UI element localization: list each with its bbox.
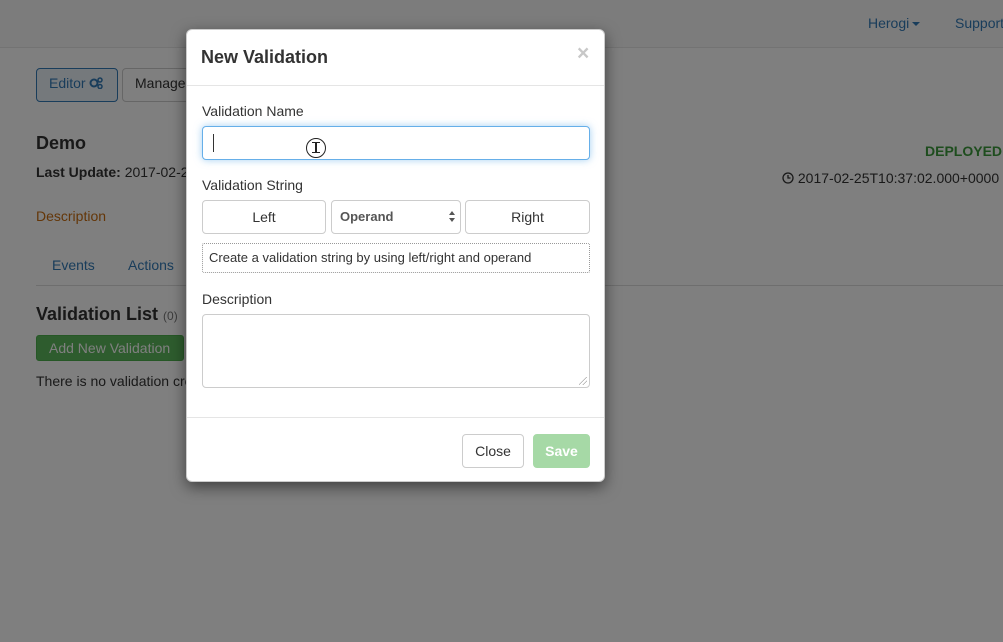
left-button[interactable]: Left — [202, 200, 326, 234]
validation-string-field[interactable]: Create a validation string by using left… — [202, 243, 590, 273]
select-arrows-icon — [449, 211, 455, 223]
save-button[interactable]: Save — [533, 434, 590, 468]
description-label: Description — [202, 291, 273, 307]
operand-select[interactable]: Operand — [331, 200, 461, 234]
validation-string-label: Validation String — [202, 177, 303, 193]
modal-body: Validation Name Validation String Left O… — [187, 86, 604, 417]
close-button[interactable]: Close — [462, 434, 524, 468]
validation-name-label: Validation Name — [202, 103, 304, 119]
new-validation-dialog: New Validation × Validation Name Validat… — [186, 29, 605, 482]
operand-select-value: Operand — [340, 209, 394, 224]
text-cursor-icon — [306, 138, 326, 158]
modal-title: New Validation — [201, 47, 329, 67]
modal-header: New Validation × — [187, 30, 604, 86]
right-button[interactable]: Right — [465, 200, 590, 234]
resize-handle-icon[interactable] — [579, 377, 587, 385]
close-icon[interactable]: × — [577, 43, 589, 64]
description-textarea[interactable] — [202, 314, 590, 388]
validation-name-input[interactable] — [202, 126, 590, 160]
text-caret — [213, 134, 214, 152]
modal-footer: Close Save — [187, 417, 604, 481]
